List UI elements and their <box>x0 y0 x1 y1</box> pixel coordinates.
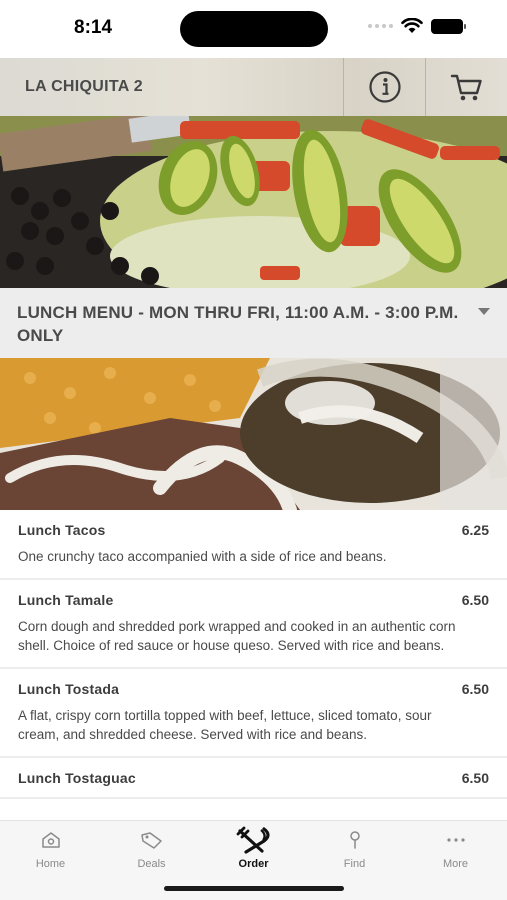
pin-icon <box>349 831 360 849</box>
tab-label: Deals <box>137 858 166 870</box>
item-price: 6.25 <box>461 522 489 538</box>
wifi-icon <box>401 18 423 33</box>
item-name: Lunch Tacos <box>18 522 106 538</box>
restaurant-title: LA CHIQUITA 2 <box>25 78 143 95</box>
cart-icon <box>450 74 482 101</box>
menu-item[interactable]: Lunch Tacos 6.25 One crunchy taco accomp… <box>0 510 507 580</box>
item-name: Lunch Tamale <box>18 591 114 608</box>
menu-item[interactable]: Lunch Tamale 6.50 Corn dough and shredde… <box>0 580 507 669</box>
status-bar: 8:14 <box>0 0 507 58</box>
status-icons <box>368 18 466 34</box>
item-description: Corn dough and shredded pork wrapped and… <box>18 618 456 654</box>
item-name: Lunch Tostaguac <box>18 769 136 786</box>
info-button[interactable] <box>343 58 425 116</box>
menu-item[interactable]: Lunch Tostada 6.50 A flat, crispy corn t… <box>0 669 507 758</box>
battery-icon <box>431 18 466 34</box>
item-price: 6.50 <box>461 680 489 697</box>
menu-category-selector[interactable]: LUNCH MENU - MON THRU FRI, 11:00 A.M. - … <box>0 288 507 358</box>
signal-icon <box>368 24 393 28</box>
hero-image-plate <box>0 358 507 510</box>
item-price: 6.50 <box>461 769 489 786</box>
item-description: One crunchy taco accompanied with a side… <box>18 549 387 564</box>
info-icon <box>368 71 401 103</box>
tab-label: More <box>442 858 469 870</box>
menu-item[interactable]: Lunch Tostaguac 6.50 <box>0 758 507 799</box>
tab-find[interactable]: Find <box>304 825 405 875</box>
more-icon <box>446 838 465 842</box>
status-time: 8:14 <box>74 17 113 38</box>
tab-label: Home <box>35 858 66 870</box>
tab-label: Order <box>238 858 269 870</box>
item-price: 6.50 <box>461 591 489 608</box>
dynamic-island <box>180 11 328 47</box>
dropdown-caret-icon <box>478 308 490 315</box>
item-description: A flat, crispy corn tortilla topped with… <box>18 707 432 743</box>
cart-button[interactable] <box>425 58 507 116</box>
home-indicator[interactable] <box>164 886 344 891</box>
tab-deals[interactable]: Deals <box>101 825 202 875</box>
hero-image-salad <box>0 116 507 288</box>
home-icon <box>41 832 60 848</box>
tab-home[interactable]: Home <box>0 825 101 875</box>
category-title: LUNCH MENU - MON THRU FRI, 11:00 A.M. - … <box>17 303 459 345</box>
app-header: LA CHIQUITA 2 <box>0 58 507 116</box>
item-name: Lunch Tostada <box>18 680 120 697</box>
tab-more[interactable]: More <box>405 825 506 875</box>
menu-items-list: Lunch Tacos 6.25 One crunchy taco accomp… <box>0 510 507 820</box>
tab-order[interactable]: Order <box>203 825 304 875</box>
tag-icon <box>140 832 162 849</box>
tab-label: Find <box>343 858 366 870</box>
utensils-icon <box>236 826 270 854</box>
